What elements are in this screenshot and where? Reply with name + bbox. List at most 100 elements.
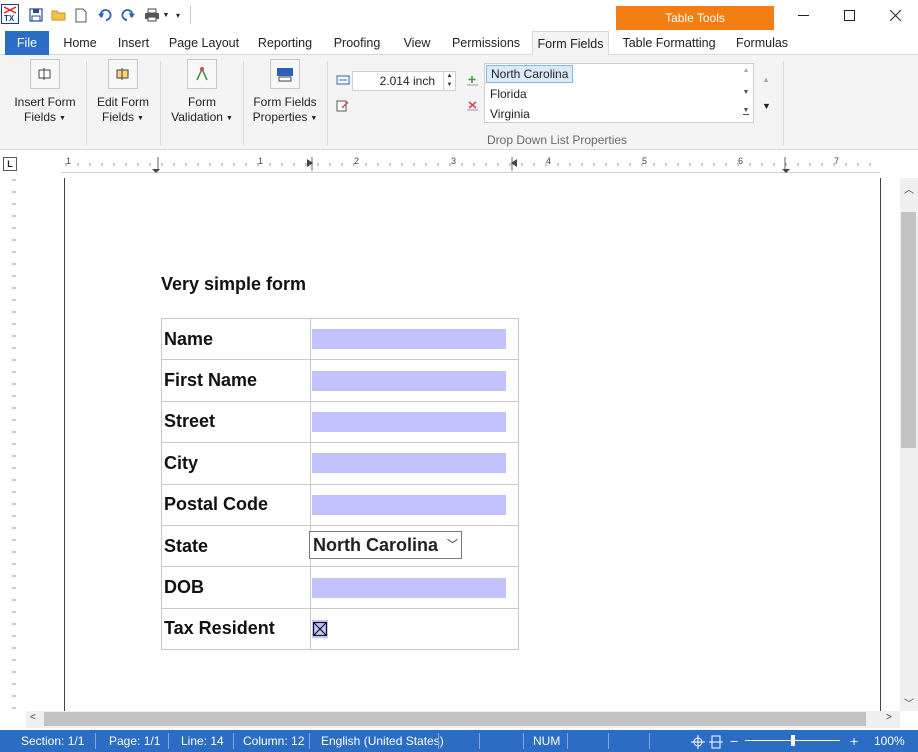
tab-view[interactable]: View: [396, 31, 438, 55]
vertical-scrollbar[interactable]: ︿ ﹀: [900, 178, 918, 711]
undo-icon[interactable]: [96, 6, 114, 24]
form-field-properties-icon: [270, 59, 300, 89]
list-scrollbar[interactable]: ▲ ▼ ▼: [739, 64, 753, 122]
fit-width-icon[interactable]: [709, 734, 723, 749]
value-cell[interactable]: [310, 400, 519, 444]
customize-qat-icon[interactable]: ▾: [172, 6, 184, 24]
print-dropdown-icon[interactable]: ▼: [162, 6, 170, 24]
scroll-down-icon[interactable]: ﹀: [904, 695, 914, 710]
postal-code-text-field[interactable]: [312, 494, 506, 515]
tab-insert[interactable]: Insert: [111, 31, 156, 55]
zoom-slider[interactable]: [745, 735, 840, 746]
document-area[interactable]: Very simple form Name First Name Street …: [0, 178, 900, 711]
maximize-icon[interactable]: [826, 0, 872, 30]
redo-icon[interactable]: [119, 6, 137, 24]
close-icon[interactable]: [872, 0, 918, 30]
width-spinner[interactable]: ▲ ▼: [444, 71, 456, 91]
value-cell[interactable]: [310, 483, 519, 526]
new-document-icon[interactable]: [73, 6, 89, 24]
document-heading[interactable]: Very simple form: [161, 274, 306, 295]
name-text-field[interactable]: [312, 329, 506, 350]
field-options-icon[interactable]: [336, 99, 350, 116]
list-item[interactable]: North Carolina: [486, 65, 574, 83]
form-validation-button[interactable]: Form Validation ▼: [167, 59, 237, 126]
row-label[interactable]: Name: [161, 317, 311, 361]
chevron-down-icon[interactable]: ﹀: [445, 531, 458, 558]
dob-text-field[interactable]: [312, 577, 506, 598]
app-logo-icon[interactable]: TX: [1, 4, 19, 24]
scroll-up-icon[interactable]: ︿: [904, 181, 914, 196]
row-label[interactable]: City: [161, 442, 311, 485]
vertical-scroll-thumb[interactable]: [901, 212, 916, 448]
remove-item-icon[interactable]: [466, 100, 479, 116]
group-label: Drop Down List Properties: [487, 133, 628, 147]
list-item[interactable]: Virginia: [486, 105, 534, 123]
tab-form-fields[interactable]: Form Fields: [532, 31, 609, 56]
zoom-level[interactable]: 100%: [874, 730, 905, 752]
street-text-field[interactable]: [312, 411, 506, 432]
tab-proofing[interactable]: Proofing: [326, 31, 388, 55]
state-dropdown-field[interactable]: North Carolina ﹀: [309, 530, 462, 559]
tax-resident-checkbox[interactable]: [312, 619, 328, 638]
edit-form-fields-button[interactable]: Edit Form Fields ▼: [92, 59, 154, 126]
row-label[interactable]: Street: [161, 400, 311, 444]
list-item[interactable]: Florida: [486, 85, 531, 103]
row-label[interactable]: Tax Resident: [161, 607, 311, 651]
value-cell[interactable]: North Carolina ﹀: [309, 524, 519, 568]
form-table[interactable]: Name First Name Street City Postal Code …: [161, 317, 519, 651]
chevron-down-icon: ▼: [225, 115, 233, 122]
qat-divider: [190, 6, 191, 24]
tab-stop-selector[interactable]: L: [3, 157, 17, 171]
gallery-expand-icon[interactable]: ▼: [762, 101, 771, 111]
row-label[interactable]: State: [161, 524, 311, 568]
field-width-input[interactable]: 2.014 inch: [352, 71, 444, 91]
dropdown-items-list[interactable]: North Carolina Florida Virginia ▲ ▼ ▼: [484, 63, 754, 123]
form-fields-properties-button[interactable]: Form Fields Properties ▼: [249, 59, 321, 126]
city-text-field[interactable]: [312, 453, 506, 474]
status-language[interactable]: English (United States): [321, 730, 444, 752]
ribbon-divider: [243, 61, 244, 145]
first-name-text-field[interactable]: [312, 370, 506, 391]
ribbon-panel: Insert Form Fields ▼ Edit Form Fields ▼ Fo…: [0, 55, 918, 150]
open-folder-icon[interactable]: [50, 6, 68, 24]
tab-page-layout[interactable]: Page Layout: [163, 31, 245, 55]
status-section: Section: 1/1: [21, 734, 85, 748]
horizontal-scrollbar[interactable]: < >: [26, 711, 900, 728]
table-row: Street: [161, 400, 519, 444]
add-item-icon[interactable]: [466, 75, 479, 91]
zoom-slider-thumb[interactable]: [790, 735, 795, 746]
tab-table-formatting[interactable]: Table Formatting: [616, 31, 722, 55]
tab-reporting[interactable]: Reporting: [252, 31, 318, 55]
tab-formulas[interactable]: Formulas: [729, 31, 795, 55]
scroll-right-icon[interactable]: >: [886, 712, 892, 723]
table-row: Tax Resident: [161, 607, 519, 651]
gallery-scroll-up-icon[interactable]: ▲: [762, 75, 770, 84]
value-cell[interactable]: [310, 359, 519, 402]
ruler-number: 4: [546, 156, 552, 166]
zoom-in-icon[interactable]: +: [850, 730, 858, 752]
value-cell[interactable]: [310, 607, 519, 651]
tab-home[interactable]: Home: [55, 31, 105, 55]
fit-page-icon[interactable]: [690, 734, 706, 749]
save-icon[interactable]: [27, 6, 45, 24]
value-cell[interactable]: [310, 317, 519, 361]
checked-box-icon: [313, 621, 327, 636]
minimize-icon[interactable]: [780, 0, 826, 30]
value-cell[interactable]: [310, 442, 519, 485]
tab-file[interactable]: File: [5, 31, 49, 55]
zoom-out-icon[interactable]: −: [730, 730, 738, 752]
horizontal-ruler[interactable]: 1 1 2 3 4 5 6 7: [62, 155, 880, 173]
horizontal-scroll-thumb[interactable]: [44, 712, 866, 726]
row-label[interactable]: First Name: [161, 359, 311, 402]
row-label[interactable]: Postal Code: [161, 483, 311, 526]
vertical-ruler[interactable]: [4, 178, 24, 711]
value-cell[interactable]: [310, 566, 519, 609]
print-icon[interactable]: [142, 6, 162, 24]
insert-form-fields-button[interactable]: Insert Form Fields ▼: [10, 59, 80, 126]
tab-permissions[interactable]: Permissions: [446, 31, 526, 55]
status-column: Column: 12: [243, 734, 305, 748]
scroll-left-icon[interactable]: <: [30, 712, 36, 723]
ruler-number: 6: [738, 156, 744, 166]
row-label[interactable]: DOB: [161, 566, 311, 609]
table-tools-context-tab: Table Tools: [616, 6, 774, 30]
